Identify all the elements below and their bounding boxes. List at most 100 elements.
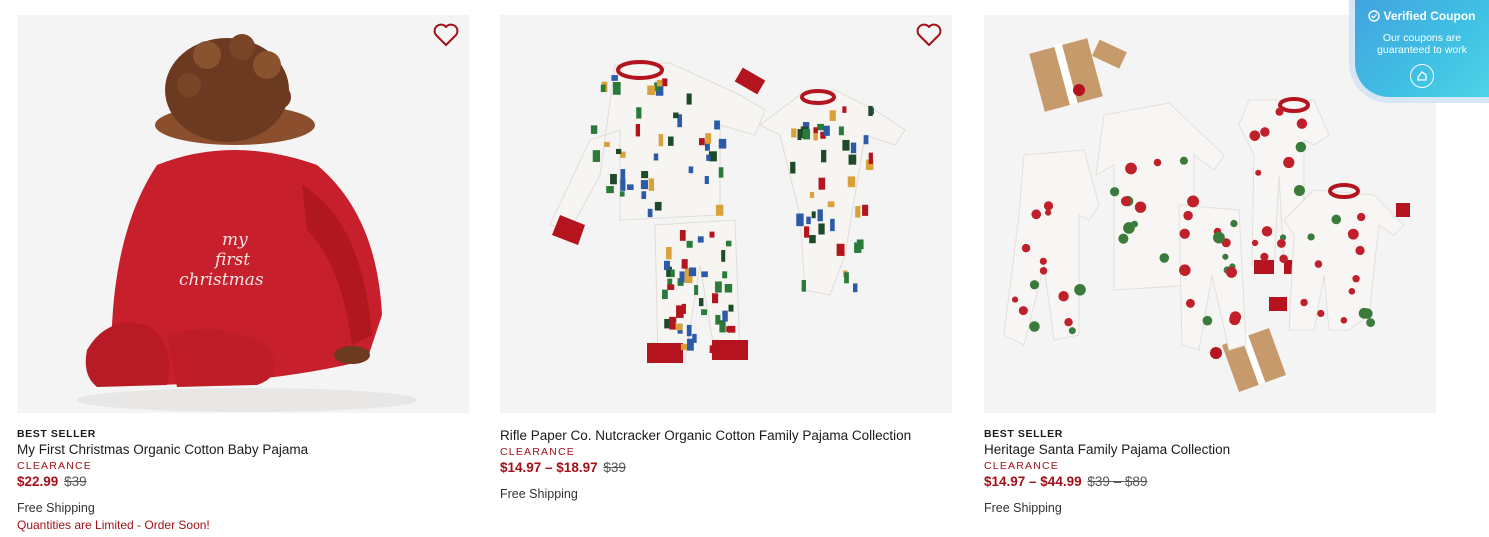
print-motif [728, 304, 734, 312]
santa-motif [1185, 298, 1195, 308]
print-motif [868, 152, 873, 164]
print-motif [719, 320, 726, 333]
print-motif [726, 240, 732, 247]
print-motif [705, 133, 712, 144]
santa-motif [1068, 327, 1076, 335]
print-motif [809, 235, 816, 244]
coupon-title: Verified Coupon [1383, 9, 1476, 23]
print-motif [721, 250, 726, 262]
print-motif [679, 230, 686, 241]
santa-motif [1230, 219, 1238, 228]
print-motif [712, 293, 719, 304]
santa-motif [1213, 231, 1225, 244]
santa-motif [1123, 222, 1135, 234]
santa-motif [1366, 318, 1375, 328]
santa-motif [1347, 228, 1359, 240]
original-price: $39 [64, 474, 87, 489]
santa-motif [1293, 184, 1305, 197]
print-motif [722, 271, 728, 279]
santa-motif [1118, 233, 1129, 244]
print-motif [648, 178, 655, 191]
print-motif [844, 272, 849, 284]
print-motif [641, 171, 649, 179]
print-motif [709, 231, 715, 238]
print-motif [694, 285, 699, 295]
print-motif [675, 323, 683, 331]
print-motif [698, 138, 705, 146]
print-motif [714, 120, 720, 130]
sale-price: $14.97 – $18.97 [500, 460, 598, 475]
sale-price: $22.99 [17, 474, 59, 489]
print-motif [817, 123, 824, 131]
product-title[interactable]: Rifle Paper Co. Nutcracker Organic Cotto… [500, 427, 952, 445]
santa-motif [1260, 252, 1269, 261]
print-motif [686, 324, 692, 337]
print-motif [666, 246, 672, 260]
print-motif [636, 107, 642, 119]
print-motif [836, 243, 845, 256]
print-motif [809, 191, 815, 198]
print-motif [854, 242, 862, 253]
print-motif [847, 176, 856, 188]
print-motif [698, 298, 704, 307]
santa-motif [1340, 316, 1348, 324]
print-motif [620, 178, 626, 191]
print-motif [830, 218, 835, 232]
product-title[interactable]: Heritage Santa Family Pajama Collection [984, 441, 1436, 459]
product-image[interactable]: my first christmas [17, 15, 469, 413]
santa-motif [1120, 196, 1131, 207]
santa-motif [1357, 212, 1366, 222]
print-motif [802, 129, 811, 140]
print-motif [811, 211, 816, 219]
heart-outline-icon[interactable] [433, 23, 459, 47]
santa-motif [1283, 156, 1295, 169]
print-motif [626, 184, 634, 190]
product-image[interactable] [500, 15, 952, 413]
santa-motif [1279, 254, 1288, 264]
santa-motif [1226, 266, 1237, 278]
sale-price: $14.97 – $44.99 [984, 474, 1082, 489]
verified-coupon-widget[interactable]: Verified Coupon Our coupons are guarante… [1349, 0, 1489, 103]
product-card[interactable]: Rifle Paper Co. Nutcracker Organic Cotto… [500, 15, 952, 502]
product-card[interactable]: my first christmas BEST SELLER My First … [17, 15, 469, 533]
print-motif [620, 169, 626, 179]
santa-motif [1222, 253, 1229, 260]
santa-motif [1249, 130, 1261, 141]
print-motif [611, 75, 618, 81]
santa-motif [1183, 210, 1193, 221]
print-motif [604, 141, 610, 147]
clearance-label: CLEARANCE [17, 460, 92, 472]
print-motif [662, 78, 668, 87]
santa-motif [1317, 309, 1325, 318]
print-motif [818, 223, 825, 235]
print-motif [718, 167, 724, 178]
coupon-logo-icon[interactable] [1410, 64, 1434, 88]
print-motif [697, 236, 704, 243]
heart-outline-icon[interactable] [916, 23, 942, 47]
clearance-label: CLEARANCE [500, 446, 575, 458]
print-motif [704, 176, 709, 185]
santa-motif [1039, 257, 1047, 265]
print-motif [647, 208, 653, 218]
santa-motif [1307, 233, 1315, 241]
print-motif [813, 133, 818, 141]
print-motif [667, 284, 675, 290]
santa-motif [1229, 311, 1242, 323]
print-motif [706, 154, 711, 161]
print-motif [686, 93, 692, 105]
print-motif [790, 161, 796, 174]
print-motif [827, 201, 835, 208]
price: $14.97 – $18.97 $39 [500, 459, 952, 477]
print-motif [656, 79, 663, 87]
print-motif [687, 338, 694, 351]
print-motif [679, 271, 685, 283]
print-motif [817, 209, 823, 222]
print-motif [838, 126, 844, 136]
print-motif [662, 289, 668, 300]
print-motif [862, 204, 869, 216]
print-motif [709, 345, 717, 354]
limited-quantity-notice: Quantities are Limited - Order Soon! [17, 518, 210, 532]
product-title[interactable]: My First Christmas Organic Cotton Baby P… [17, 441, 469, 459]
santa-motif [1355, 245, 1365, 256]
print-motif [670, 269, 675, 278]
